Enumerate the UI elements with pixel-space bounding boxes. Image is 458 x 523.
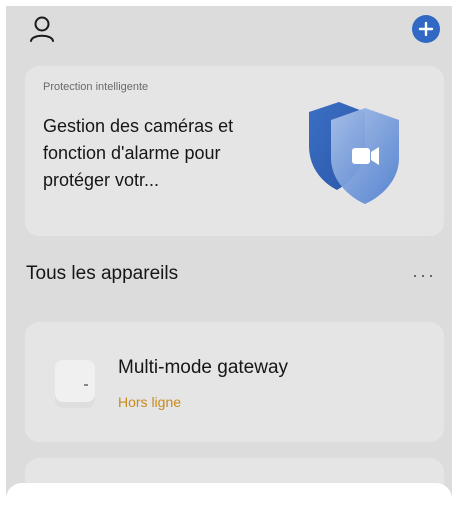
promo-kicker: Protection intelligente — [43, 81, 149, 93]
section-title: Tous les appareils — [26, 263, 179, 284]
profile-button[interactable] — [28, 14, 56, 44]
device-status: Hors ligne — [118, 394, 182, 410]
device-name: Multi-mode gateway — [118, 357, 289, 378]
more-options-button[interactable]: ··· — [412, 265, 436, 285]
device-led — [84, 384, 88, 386]
smart-protection-card[interactable]: Protection intelligente Gestion des camé… — [25, 66, 444, 236]
add-device-button[interactable] — [412, 15, 440, 43]
bottom-sheet[interactable] — [6, 483, 452, 523]
promo-description: Gestion des caméras et fonction d'alarme… — [43, 116, 234, 190]
person-icon — [30, 16, 54, 42]
plus-icon — [418, 21, 434, 37]
top-bar — [6, 6, 452, 56]
devices-section-header: Tous les appareils ··· — [26, 261, 440, 291]
device-card[interactable]: Multi-mode gateway Hors ligne — [25, 322, 444, 442]
gateway-device-image — [55, 360, 95, 408]
app-screen: Protection intelligente Gestion des camé… — [6, 6, 452, 497]
camera-shield-icon — [303, 98, 403, 208]
